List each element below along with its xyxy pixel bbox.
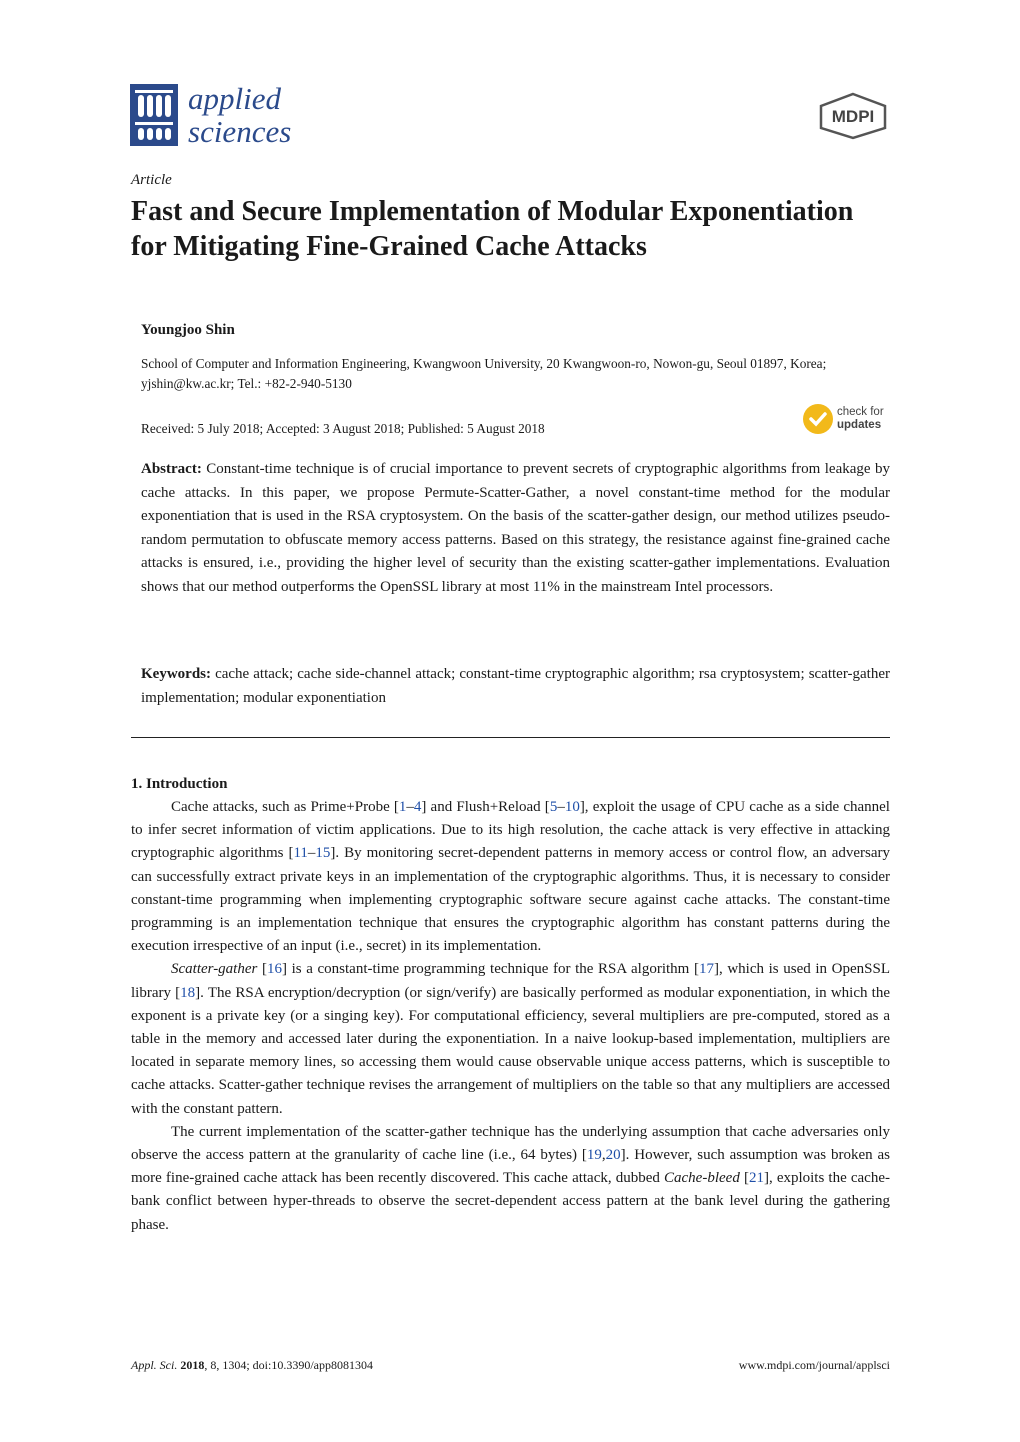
check-updates-line1: check for <box>837 406 884 418</box>
journal-name: applied sciences <box>188 82 291 148</box>
keywords-label: Keywords: <box>141 666 211 682</box>
paragraph: Cache attacks, such as Prime+Probe [1–4]… <box>131 799 890 955</box>
paragraph: Scatter-gather [16] is a constant-time p… <box>131 961 890 1117</box>
mdpi-logo: MDPI <box>817 92 889 140</box>
citation-link[interactable]: 17 <box>699 961 714 977</box>
citation-link[interactable]: 10 <box>565 799 580 815</box>
journal-name-line1: applied <box>188 81 281 116</box>
mdpi-hexagon-icon: MDPI <box>819 92 887 140</box>
paragraph: The current implementation of the scatte… <box>131 1123 890 1233</box>
publication-dates: Received: 5 July 2018; Accepted: 3 Augus… <box>141 421 545 436</box>
citation-link[interactable]: 19 <box>587 1147 602 1163</box>
journal-name-line2: sciences <box>188 114 292 149</box>
journal-logo: applied sciences <box>130 82 310 148</box>
keywords: Keywords: cache attack; cache side-chann… <box>141 663 890 710</box>
keywords-text: cache attack; cache side-channel attack;… <box>141 666 891 706</box>
mdpi-logo-text: MDPI <box>832 107 875 126</box>
check-updates-line2: updates <box>837 419 882 431</box>
citation-link[interactable]: 11 <box>293 845 307 861</box>
author-affiliation: School of Computer and Information Engin… <box>141 356 827 391</box>
section-body: Cache attacks, such as Prime+Probe [1–4]… <box>131 796 890 1237</box>
footer-year: 2018 <box>180 1358 205 1372</box>
article-title: Fast and Secure Implementation of Modula… <box>131 196 854 262</box>
check-for-updates-badge[interactable]: check for updates <box>803 404 893 438</box>
footer-doi: , 8, 1304; doi:10.3390/app8081304 <box>204 1358 373 1372</box>
citation-link[interactable]: 16 <box>267 961 282 977</box>
article-type: Article <box>131 172 172 188</box>
checkmark-icon <box>803 404 833 434</box>
author-name: Youngjoo Shin <box>141 322 235 338</box>
citation-link[interactable]: 21 <box>749 1170 764 1186</box>
test-tubes-icon <box>130 84 178 146</box>
footer-citation: Appl. Sci. 2018, 8, 1304; doi:10.3390/ap… <box>131 1358 373 1373</box>
footer-url[interactable]: www.mdpi.com/journal/applsci <box>718 1358 890 1373</box>
abstract-label: Abstract: <box>141 461 202 477</box>
abstract: Abstract: Constant-time technique is of … <box>141 458 890 599</box>
citation-link[interactable]: 18 <box>180 985 195 1001</box>
section-divider <box>131 737 890 738</box>
section-heading: 1. Introduction <box>131 776 228 792</box>
citation-link[interactable]: 20 <box>606 1147 621 1163</box>
footer-journal: Appl. Sci. <box>131 1358 178 1372</box>
abstract-text: Constant-time technique is of crucial im… <box>141 461 890 595</box>
citation-link[interactable]: 15 <box>315 845 330 861</box>
